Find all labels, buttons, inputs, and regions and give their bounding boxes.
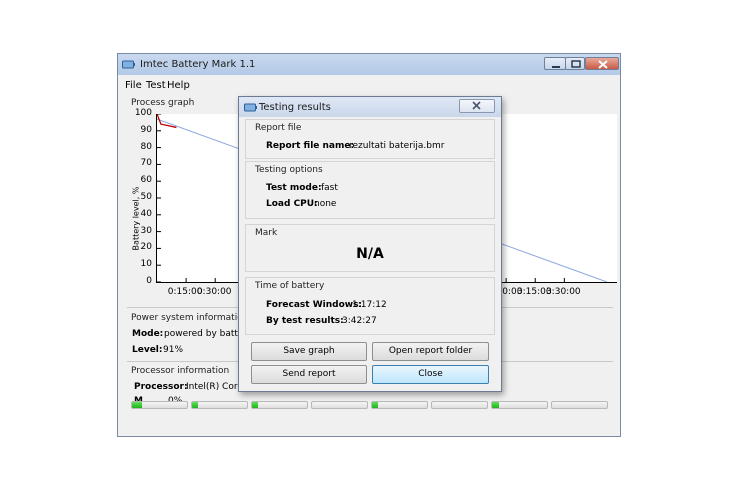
cpu-core-bar [191,401,248,409]
time-of-battery-head: Time of battery [255,281,325,291]
y-tick-label: 30 [140,225,152,236]
close-icon [598,60,608,69]
y-tick-label: 100 [134,108,152,118]
power-info-label: Power system information [131,313,249,323]
cpu-core-bar [371,401,428,409]
test-mode-label: Test mode: [266,183,322,193]
cpu-core-fill [132,402,142,408]
x-tick-label: 0:30:00 [196,287,232,297]
menu-help[interactable]: Help [167,80,190,91]
mark-section: Mark N/A [245,224,495,272]
y-tick-label: 20 [140,242,152,253]
testing-options-head: Testing options [255,165,323,175]
y-tick-label: 0 [146,276,152,286]
cpu-core-bar [251,401,308,409]
minimize-button[interactable] [544,57,566,70]
cpu-core-fill [372,402,378,408]
report-file-name-label: Report file name: [266,141,355,151]
open-report-folder-button[interactable]: Open report folder [372,342,489,361]
main-window-title: Imtec Battery Mark 1.1 [140,59,256,70]
dialog-close-button[interactable] [459,99,495,113]
forecast-windows-value: 1:17:12 [352,300,387,310]
processor-label: Processor: [134,382,188,392]
y-tick-label: 60 [140,175,152,186]
by-test-results-label: By test results: [266,316,344,326]
main-title-bar[interactable]: Imtec Battery Mark 1.1 [118,54,620,75]
battery-app-icon [122,60,135,69]
menu-test[interactable]: Test [146,80,166,91]
battery-app-icon [244,103,257,112]
y-tick-label: 40 [140,208,152,219]
dialog-title-bar[interactable]: Testing results [239,97,501,117]
close-button[interactable]: Close [372,365,489,384]
y-tick-label: 90 [140,124,152,135]
cpu-core-bar [131,401,188,409]
cpu-core-fill [492,402,499,408]
cpu-core-bar [431,401,488,409]
forecast-windows-label: Forecast Windows: [266,300,363,310]
process-graph-label: Process graph [131,98,195,108]
send-report-button[interactable]: Send report [251,365,367,384]
cpu-core-fill [252,402,258,408]
battery-level-value: 91% [163,345,184,355]
y-tick-label: 50 [140,192,152,202]
testing-results-dialog: Testing results Report file Report file … [238,96,502,392]
mark-head: Mark [255,228,278,238]
report-file-name-value: rezultati baterija.bmr [349,141,445,151]
report-file-section: Report file Report file name: rezultati … [245,119,495,159]
cpu-core-bar [551,401,608,409]
load-cpu-label: Load CPU: [266,199,318,209]
dialog-title: Testing results [259,102,331,113]
cpu-core-fill [192,402,198,408]
report-file-head: Report file [255,123,302,133]
y-tick-label: 10 [140,259,152,270]
maximize-button[interactable] [565,57,585,70]
close-window-button[interactable] [585,57,619,70]
load-cpu-value: none [314,199,337,209]
maximize-icon [571,60,581,68]
save-graph-button[interactable]: Save graph [251,342,367,361]
menu-bar: File Test Help [118,76,620,91]
by-test-results-value: 3:42:27 [342,316,377,326]
x-tick-label: 3:30:00 [545,287,581,297]
testing-options-section: Testing options Test mode: fast Load CPU… [245,161,495,219]
minimize-icon [552,66,560,68]
test-mode-value: fast [321,183,338,193]
power-mode-label: Mode: [132,329,164,339]
close-icon [472,101,481,110]
y-tick-label: 70 [140,158,152,169]
mark-value: N/A [356,246,384,262]
menu-file[interactable]: File [125,80,142,91]
cpu-core-bar [491,401,548,409]
processor-info-label: Processor information [131,366,230,376]
cpu-core-bar [311,401,368,409]
time-of-battery-section: Time of battery Forecast Windows: 1:17:1… [245,277,495,335]
y-tick-label: 80 [140,141,152,152]
battery-level-label: Level: [132,345,163,355]
